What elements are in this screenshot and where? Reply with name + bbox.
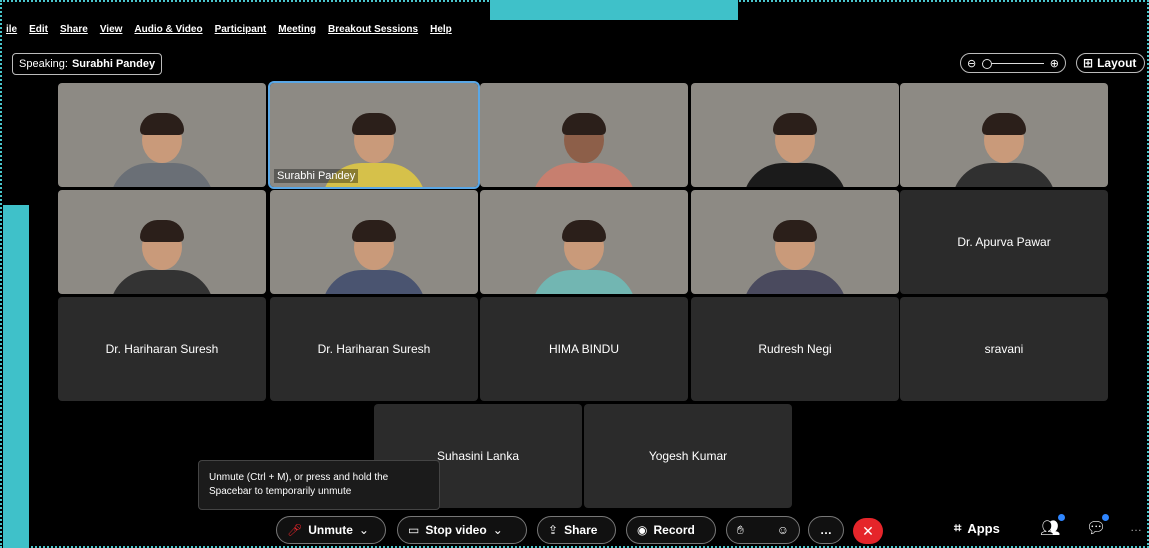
video-tile[interactable] <box>480 83 688 187</box>
participant-tile[interactable]: HIMA BINDU <box>480 297 688 401</box>
record-button[interactable]: ◉ Record <box>626 516 716 544</box>
chat-notification-badge <box>1102 514 1109 521</box>
participant-tile[interactable]: Dr. Apurva Pawar <box>900 190 1108 294</box>
participant-name: Rudresh Negi <box>758 342 832 356</box>
speaking-name: Surabhi Pandey <box>71 58 156 70</box>
participant-video <box>524 214 644 294</box>
participant-name: Suhasini Lanka <box>436 449 520 463</box>
menu-item-help[interactable]: Help <box>430 24 452 40</box>
apps-button[interactable]: ⌗ Apps <box>954 520 1000 536</box>
speaking-label: Speaking: <box>19 58 68 70</box>
record-icon: ◉ <box>637 523 648 537</box>
video-tile-active-speaker[interactable]: Surabhi Pandey <box>268 81 480 189</box>
zoom-out-icon[interactable]: ⊖ <box>967 57 976 70</box>
stop-video-label: Stop video <box>425 523 487 537</box>
zoom-in-icon[interactable]: ⊕ <box>1050 57 1059 70</box>
video-tile[interactable] <box>691 190 899 294</box>
menu-item-file[interactable]: ile <box>6 24 17 40</box>
microphone-muted-icon: 🎤︎ <box>287 523 303 537</box>
participant-name: Dr. Hariharan Suresh <box>105 342 219 356</box>
unmute-tooltip: Unmute (Ctrl + M), or press and hold the… <box>198 460 440 510</box>
menu-item-breakout-sessions[interactable]: Breakout Sessions <box>328 24 418 40</box>
reactions-group[interactable]: ✋︎ ☺ <box>726 516 800 544</box>
close-icon: ✕ <box>862 522 874 539</box>
more-options-icon: … <box>820 523 832 537</box>
video-tile[interactable] <box>58 190 266 294</box>
participant-tile[interactable]: Dr. Hariharan Suresh <box>58 297 266 401</box>
participant-video <box>524 107 644 187</box>
unmute-label: Unmute <box>308 523 353 537</box>
participant-video <box>314 214 434 294</box>
participant-name: Dr. Hariharan Suresh <box>317 342 431 356</box>
participant-name: Yogesh Kumar <box>648 449 728 463</box>
grid-layout-icon: ⊞ <box>1083 56 1094 70</box>
participant-video <box>735 214 855 294</box>
apps-label: Apps <box>967 520 1000 536</box>
video-tile[interactable] <box>480 190 688 294</box>
share-label: Share <box>564 523 598 537</box>
menu-item-participant[interactable]: Participant <box>215 24 267 40</box>
zoom-track[interactable] <box>982 58 1044 69</box>
video-tile[interactable] <box>900 83 1108 187</box>
participant-name: Dr. Apurva Pawar <box>957 235 1051 249</box>
participant-video <box>944 107 1064 187</box>
camera-icon: ▭ <box>408 523 420 537</box>
menu-item-share[interactable]: Share <box>60 24 88 40</box>
zoom-knob[interactable] <box>982 58 993 69</box>
emoji-reaction-icon[interactable]: ☺ <box>777 523 789 537</box>
raise-hand-icon[interactable]: ✋︎ <box>737 523 744 538</box>
menu-item-meeting[interactable]: Meeting <box>278 24 316 40</box>
share-button[interactable]: ⇪ Share <box>537 516 616 544</box>
participant-tile[interactable]: Yogesh Kumar <box>584 404 792 508</box>
menu-item-audio-video[interactable]: Audio & Video <box>134 24 202 40</box>
more-options-button[interactable]: … <box>808 516 844 544</box>
layout-label: Layout <box>1097 56 1137 70</box>
share-screen-icon: ⇪ <box>548 523 559 537</box>
chat-icon[interactable]: 💬︎ <box>1086 518 1106 538</box>
zoom-slider[interactable]: ⊖ ⊕ <box>960 53 1066 73</box>
leave-meeting-button[interactable]: ✕ <box>853 518 883 544</box>
video-tile[interactable] <box>691 83 899 187</box>
participant-tile[interactable]: Dr. Hariharan Suresh <box>270 297 478 401</box>
menu-item-view[interactable]: View <box>100 24 123 40</box>
overflow-icon[interactable]: … <box>1130 520 1142 534</box>
menu-bar: ile Edit Share View Audio & Video Partic… <box>6 24 452 40</box>
participants-notification-badge <box>1058 514 1065 521</box>
layout-button[interactable]: ⊞ Layout <box>1076 53 1146 73</box>
speaking-indicator: Speaking: Surabhi Pandey <box>12 53 163 75</box>
unmute-button[interactable]: 🎤︎ Unmute ⌄ <box>276 516 386 544</box>
chevron-down-icon[interactable]: ⌄ <box>493 523 503 537</box>
participant-tile[interactable]: sravani <box>900 297 1108 401</box>
participant-video <box>102 107 222 187</box>
video-name-label: Surabhi Pandey <box>274 169 359 183</box>
video-tile[interactable] <box>270 190 478 294</box>
participant-video <box>735 107 855 187</box>
video-tile[interactable] <box>58 83 266 187</box>
menu-item-edit[interactable]: Edit <box>29 24 48 40</box>
apps-icon: ⌗ <box>954 520 962 535</box>
chevron-down-icon[interactable]: ⌄ <box>359 523 369 537</box>
participant-tile[interactable]: Rudresh Negi <box>691 297 899 401</box>
stop-video-button[interactable]: ▭ Stop video ⌄ <box>397 516 527 544</box>
record-label: Record <box>653 523 695 537</box>
decorative-top-bar <box>490 0 738 20</box>
decorative-left-bar <box>3 205 29 548</box>
participant-name: sravani <box>984 342 1024 356</box>
participant-video <box>102 214 222 294</box>
participant-name: HIMA BINDU <box>548 342 619 356</box>
participants-icon[interactable]: 👥︎ <box>1040 518 1060 538</box>
meeting-toolbar: 🎤︎ Unmute ⌄ ▭ Stop video ⌄ ⇪ Share ◉ Rec… <box>0 512 1149 548</box>
